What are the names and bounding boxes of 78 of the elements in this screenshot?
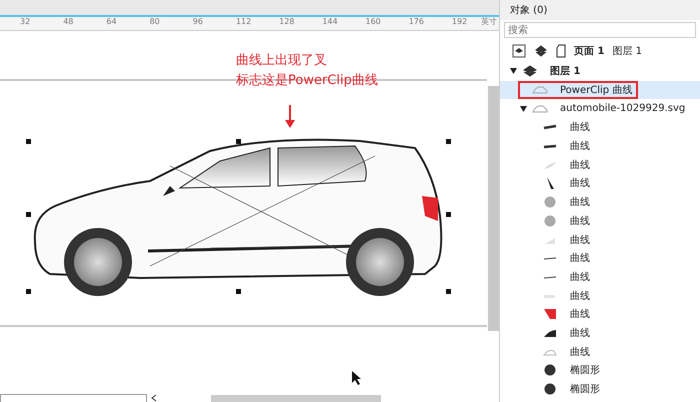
tree-item[interactable]: 曲线: [500, 286, 700, 305]
tree-item[interactable]: 曲线: [500, 174, 700, 193]
tree-item[interactable]: 曲线: [500, 324, 700, 342]
ruler-tick-label: 112: [236, 17, 252, 27]
item-label: 曲线: [570, 326, 590, 340]
panel-title: 对象 (0): [500, 0, 700, 20]
layer-label: 图层 1: [612, 45, 642, 58]
tree-item[interactable]: 曲线: [500, 268, 700, 286]
layers-icon[interactable]: [534, 44, 548, 58]
item-label: 曲线: [570, 196, 590, 210]
item-label: automobile-1029929.svg: [560, 103, 686, 114]
ruler-tick-label: 128: [279, 17, 296, 27]
tree-item[interactable]: 曲线: [500, 212, 700, 230]
search-field[interactable]: 搜索: [504, 22, 696, 38]
layers-icon: [522, 65, 538, 78]
selection-handle[interactable]: [446, 139, 451, 144]
tree-item[interactable]: 曲线: [500, 230, 700, 249]
layers-icon[interactable]: [512, 44, 526, 58]
ruler-tick-label: 96: [192, 17, 204, 27]
tree-item[interactable]: 曲线: [500, 136, 700, 156]
tree-item[interactable]: 曲线: [500, 248, 700, 268]
tree-item[interactable]: 曲线: [500, 342, 700, 361]
item-label: 曲线: [570, 252, 590, 266]
shape-thumbnail-icon: [542, 364, 558, 376]
tree-item[interactable]: 曲线: [500, 304, 700, 324]
shape-thumbnail-icon: [542, 308, 558, 320]
ruler-tick-label: 192: [452, 17, 468, 27]
tree-item[interactable]: PowerClip 曲线: [500, 80, 700, 100]
shape-thumbnail-icon: [542, 214, 558, 227]
tree-item[interactable]: 曲线: [500, 192, 700, 212]
selection-handle[interactable]: [236, 289, 241, 294]
ruler-tick-label: 32: [20, 17, 32, 27]
ruler-unit: 英寸: [481, 17, 497, 27]
expand-caret-icon[interactable]: [520, 106, 527, 112]
ruler-tick-label: 48: [63, 17, 74, 27]
chevron-left-icon[interactable]: [151, 394, 157, 402]
tree-item[interactable]: 椭圆形: [500, 380, 700, 398]
ruler-tick-label: 176: [408, 17, 425, 27]
input-field[interactable]: [0, 394, 147, 402]
item-label: 曲线: [570, 120, 590, 134]
item-label: 曲线: [570, 308, 590, 322]
mouse-cursor-icon: [352, 371, 362, 385]
item-label: 曲线: [570, 140, 590, 154]
ruler-tick-label: 160: [366, 17, 382, 27]
item-label: 曲线: [570, 234, 590, 247]
annotation-text: 曲线上出现了叉 标志这是PowerClip曲线: [236, 52, 378, 90]
ruler-tick-label: 144: [322, 17, 339, 27]
item-label: 椭圆形: [570, 364, 600, 378]
item-label: 曲线: [570, 158, 590, 172]
ruler-tick-label: 80: [150, 17, 161, 27]
selection-handle[interactable]: [446, 212, 451, 217]
item-label: 曲线: [570, 290, 590, 303]
ruler-tick-label: 64: [106, 17, 118, 27]
item-label: 图层 1: [550, 65, 580, 78]
annotation-arrow: [284, 105, 296, 129]
expand-caret-icon[interactable]: [510, 68, 517, 74]
tree-item[interactable]: 椭圆形: [500, 361, 700, 380]
item-label: 曲线: [570, 270, 590, 284]
tree-item[interactable]: 曲线: [500, 155, 700, 174]
item-label: 曲线: [570, 214, 590, 228]
shape-thumbnail-icon: [542, 196, 558, 208]
page-icon[interactable]: [556, 44, 566, 58]
item-label: 曲线: [570, 346, 590, 359]
scroll-thumb[interactable]: [211, 394, 381, 402]
tree-item[interactable]: 曲线: [500, 118, 700, 137]
tree-item[interactable]: 图层 1: [500, 62, 700, 81]
selection-handle[interactable]: [236, 139, 241, 144]
item-label: 曲线: [570, 176, 590, 190]
selection-handle[interactable]: [26, 212, 31, 217]
selection-handle[interactable]: [26, 139, 31, 144]
shape-thumbnail-icon: [542, 383, 558, 396]
scroll-thumb[interactable]: [488, 86, 499, 331]
selection-handle[interactable]: [446, 289, 451, 294]
selection-handle[interactable]: [26, 289, 31, 294]
page-label: 页面 1: [574, 45, 604, 58]
item-label: PowerClip 曲线: [560, 84, 632, 98]
item-label: 椭圆形: [570, 382, 600, 396]
tree-item[interactable]: automobile-1029929.svg: [500, 99, 700, 118]
